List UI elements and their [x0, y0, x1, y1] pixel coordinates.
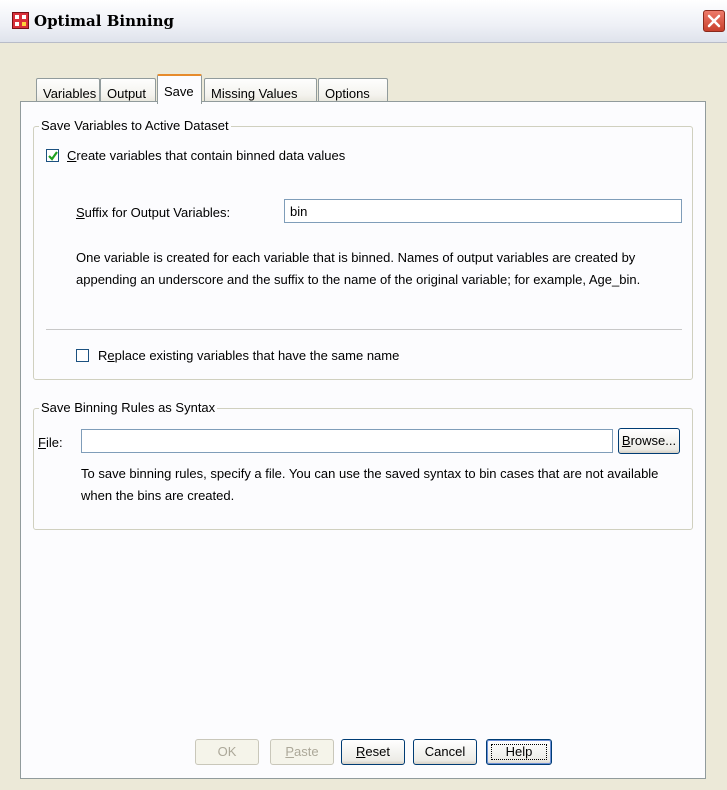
separator — [46, 329, 682, 330]
replace-variables-label[interactable]: Replace existing variables that have the… — [98, 348, 399, 363]
accel-key: F — [38, 435, 46, 450]
grid-icon — [12, 12, 29, 29]
window-title: Optimal Binning — [34, 12, 174, 30]
tab-save[interactable]: Save — [157, 74, 202, 104]
accel-key: B — [621, 433, 631, 448]
button-label: eset — [365, 744, 390, 759]
browse-button[interactable]: Browse... — [618, 428, 680, 454]
label-text: R — [98, 348, 108, 363]
save-syntax-description: To save binning rules, specify a file. Y… — [81, 466, 659, 503]
label-text: place existing variables that have the s… — [114, 348, 400, 363]
accel-key: R — [356, 744, 366, 759]
accel-key: P — [285, 744, 295, 759]
cancel-button[interactable]: Cancel — [413, 739, 477, 765]
tab-label: Options — [325, 86, 370, 101]
title-bar: Optimal Binning — [0, 0, 727, 43]
accel-key: e — [107, 348, 115, 363]
accel-key: S — [76, 205, 85, 220]
tab-output[interactable]: Output — [100, 78, 156, 102]
suffix-label: Suffix for Output Variables: — [76, 205, 230, 220]
tab-label: Variables — [43, 86, 97, 101]
tab-variables[interactable]: Variables — [36, 78, 100, 102]
tab-label: Save — [164, 84, 194, 99]
tab-panel-save: Save Variables to Active Dataset Create … — [20, 101, 706, 779]
group-legend: Save Binning Rules as Syntax — [39, 400, 218, 415]
replace-variables-checkbox[interactable] — [76, 349, 89, 362]
group-legend: Save Variables to Active Dataset — [39, 118, 231, 133]
help-button[interactable]: Help — [486, 739, 552, 765]
file-path-input[interactable] — [81, 429, 613, 453]
tab-label: Missing Values — [211, 86, 298, 101]
focus-ring — [491, 744, 547, 760]
close-icon — [707, 14, 721, 28]
paste-button[interactable]: Paste — [270, 739, 334, 765]
save-variables-group: Save Variables to Active Dataset Create … — [33, 118, 693, 380]
create-variables-label[interactable]: Create variables that contain binned dat… — [67, 148, 345, 163]
label-text: ile: — [45, 435, 63, 450]
save-syntax-group: Save Binning Rules as Syntax File: Brows… — [33, 400, 693, 530]
button-label: OK — [217, 744, 237, 759]
button-label: Cancel — [424, 744, 466, 759]
file-label: File: — [38, 435, 63, 450]
tab-missing-values[interactable]: Missing Values — [204, 78, 317, 102]
label-text: reate variables that contain binned data… — [76, 148, 346, 163]
button-label: aste — [294, 744, 319, 759]
reset-button[interactable]: Reset — [341, 739, 405, 765]
button-label: rowse... — [630, 433, 677, 448]
label-text: uffix for Output Variables: — [84, 205, 231, 220]
accel-key: C — [67, 148, 77, 163]
create-variables-checkbox[interactable] — [46, 149, 59, 162]
tab-options[interactable]: Options — [318, 78, 388, 102]
suffix-input[interactable] — [284, 199, 682, 223]
close-button[interactable] — [703, 10, 725, 32]
checkmark-icon — [48, 151, 58, 161]
tab-label: Output — [107, 86, 147, 101]
save-variables-description: One variable is created for each variabl… — [76, 250, 641, 287]
ok-button[interactable]: OK — [195, 739, 259, 765]
